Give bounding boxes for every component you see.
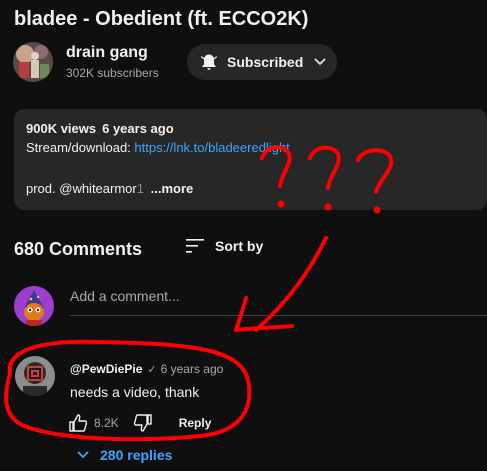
comment-time[interactable]: 6 years ago bbox=[161, 362, 224, 376]
youtube-watch-page: bladee - Obedient (ft. ECCO2K) drain gan… bbox=[0, 0, 487, 471]
like-count: 8.2K bbox=[94, 416, 119, 430]
comment-author[interactable]: @PewDiePie bbox=[70, 362, 142, 376]
chevron-down-icon bbox=[77, 451, 89, 459]
bell-icon bbox=[200, 54, 218, 70]
sort-icon bbox=[186, 239, 204, 253]
channel-avatar[interactable] bbox=[13, 42, 53, 82]
sort-by-button[interactable]: Sort by bbox=[185, 236, 263, 256]
comment-header: @PewDiePie ✓ 6 years ago bbox=[70, 362, 223, 376]
channel-name[interactable]: drain gang bbox=[66, 44, 148, 62]
comments-count: 680 Comments bbox=[14, 239, 143, 259]
view-count: 900K views bbox=[26, 121, 97, 136]
replies-count: 280 replies bbox=[100, 447, 173, 463]
more-button[interactable]: ...more bbox=[151, 181, 194, 196]
stream-link[interactable]: https://lnk.to/bladeeredlight bbox=[134, 140, 289, 155]
upload-age: 6 years ago bbox=[102, 121, 174, 136]
arrow-shaft bbox=[254, 236, 328, 332]
comment-actions: 8.2K Reply bbox=[68, 413, 211, 433]
chevron-down-icon bbox=[314, 58, 326, 66]
add-comment-input[interactable] bbox=[70, 288, 487, 304]
sort-label: Sort by bbox=[215, 238, 264, 254]
subscribed-label: Subscribed bbox=[227, 54, 304, 70]
subscriber-count: 302K subscribers bbox=[66, 66, 159, 80]
reply-button[interactable]: Reply bbox=[179, 416, 212, 430]
stream-prefix: Stream/download: bbox=[26, 140, 131, 155]
comment-text: needs a video, thank bbox=[70, 384, 200, 400]
add-comment-field[interactable] bbox=[70, 288, 487, 316]
user-avatar[interactable] bbox=[14, 286, 54, 326]
producer-text: prod. @whitearmor bbox=[26, 181, 137, 196]
check-icon: ✓ bbox=[147, 363, 157, 376]
producer-fade: 1 bbox=[136, 181, 144, 196]
video-title: bladee - Obedient (ft. ECCO2K) bbox=[14, 8, 309, 30]
like-icon[interactable] bbox=[68, 413, 88, 433]
view-stats: 900K views 6 years ago bbox=[26, 121, 174, 136]
subscribed-button[interactable]: Subscribed bbox=[187, 44, 337, 80]
comment-author-avatar[interactable] bbox=[15, 356, 55, 396]
producer-line: prod. @whitearmor1 ...more bbox=[26, 181, 193, 196]
view-replies-button[interactable]: 280 replies bbox=[76, 447, 172, 463]
stream-line: Stream/download: https://lnk.to/bladeere… bbox=[26, 140, 290, 155]
description-box[interactable]: 900K views 6 years ago Stream/download: h… bbox=[14, 109, 487, 210]
dislike-icon[interactable] bbox=[133, 413, 153, 433]
